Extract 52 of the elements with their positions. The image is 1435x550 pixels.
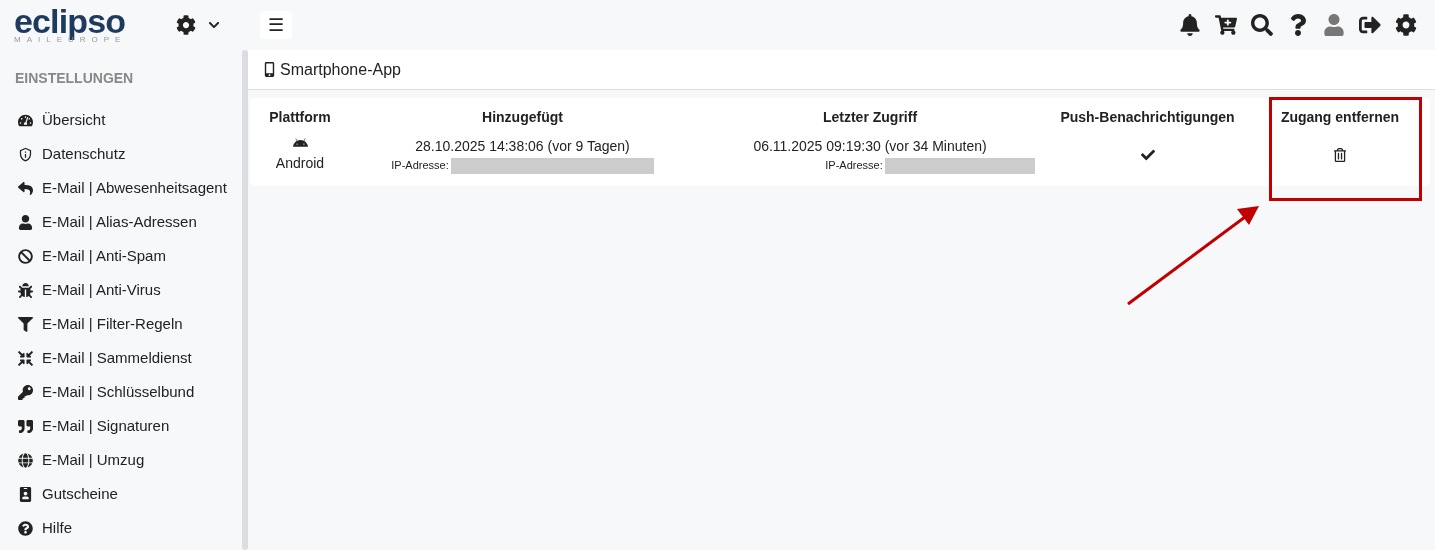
column-header: Push-Benachrichtigungen <box>1060 107 1235 127</box>
added-date: 28.10.2025 14:38:06 (vor 9 Tagen) <box>415 137 630 157</box>
delete-button[interactable] <box>1331 146 1349 164</box>
sidebar-item[interactable]: E-Mail | Umzug <box>15 443 148 477</box>
sidebar-item[interactable]: Gutscheine <box>15 477 121 511</box>
bug-icon <box>18 282 33 298</box>
platform-cell-text: Android <box>275 154 325 173</box>
help-icon <box>18 520 33 536</box>
sidebar-item[interactable]: E-Mail | Filter-Regeln <box>15 307 186 341</box>
sidebar-item[interactable]: E-Mail | Alias-Adressen <box>15 205 200 239</box>
ip-label: IP-Adresse: <box>825 158 883 174</box>
menu-button[interactable]: ☰ <box>260 11 292 39</box>
chevron-icon <box>208 19 220 31</box>
sidebar-item[interactable]: E-Mail | Anti-Virus <box>15 273 164 307</box>
globe-icon <box>18 452 33 468</box>
sidebar-item[interactable]: Hilfe <box>15 511 75 545</box>
column-header: Letzter Zugriff <box>822 107 918 127</box>
filter-icon <box>18 316 33 332</box>
reply-arrow-icon <box>18 180 33 196</box>
sidebar-heading: EINSTELLUNGEN <box>15 69 135 88</box>
settings-dropdown[interactable] <box>176 15 220 35</box>
sidebar-item[interactable]: E-Mail | Sammeldienst <box>15 341 195 375</box>
quote-icon <box>18 418 33 434</box>
last-access-date: 06.11.2025 09:19:30 (vor 34 Minuten) <box>753 137 987 157</box>
column-header: Zugang entfernen <box>1280 107 1400 127</box>
sidebar-item[interactable]: E-Mail | Signaturen <box>15 409 173 443</box>
sidebar-item[interactable]: E-Mail | Schlüsselbund <box>15 375 198 409</box>
settings-icon[interactable] <box>1395 14 1417 36</box>
column-header: Hinzugefügt <box>482 107 563 127</box>
scrollbar[interactable] <box>242 50 248 550</box>
trash-icon <box>1333 148 1347 162</box>
compress-icon <box>18 350 33 366</box>
ip-label: IP-Adresse: <box>391 158 449 174</box>
ban-icon <box>18 248 33 264</box>
search-icon[interactable] <box>1251 14 1273 36</box>
privacy-icon <box>18 146 33 162</box>
cart-icon[interactable] <box>1215 14 1237 36</box>
notification-icon[interactable] <box>1179 14 1201 36</box>
user-icon <box>18 214 33 230</box>
page-title: Smartphone-App <box>280 59 401 80</box>
smartphone-icon <box>262 62 277 77</box>
sidebar-item[interactable]: Übersicht <box>15 103 109 137</box>
settings-icon <box>176 15 196 35</box>
logout-icon[interactable] <box>1359 14 1381 36</box>
column-header: Plattform <box>269 107 331 127</box>
gauge-icon <box>18 112 33 128</box>
sidebar-item[interactable]: E-Mail | Abwesenheitsagent <box>15 171 230 205</box>
sidebar-item[interactable]: Datenschutz <box>15 137 129 171</box>
key-icon <box>18 384 33 400</box>
sidebar-item[interactable]: E-Mail | Anti-Spam <box>15 239 169 273</box>
user-icon[interactable] <box>1323 14 1345 36</box>
badge-icon <box>18 486 33 502</box>
